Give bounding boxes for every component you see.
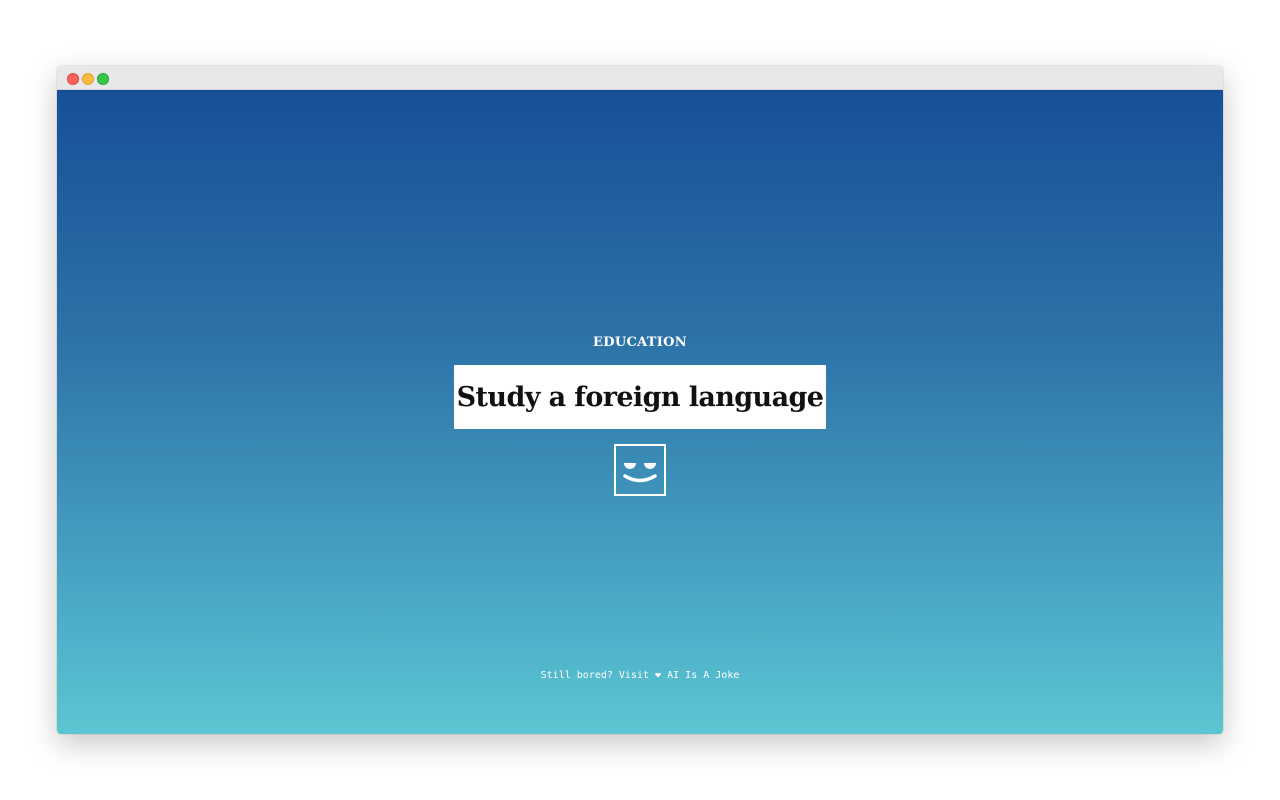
ai-is-a-joke-link[interactable]: AI Is A Joke — [667, 670, 739, 681]
page-viewport: EDUCATION Study a foreign language Still… — [57, 90, 1223, 734]
browser-window: EDUCATION Study a foreign language Still… — [57, 66, 1223, 734]
window-titlebar — [57, 66, 1223, 90]
minimize-window-button[interactable] — [82, 73, 94, 85]
footer: Still bored? Visit ❤ AI Is A Joke — [57, 670, 1223, 681]
heart-icon: ❤ — [655, 670, 662, 681]
activity-category: EDUCATION — [593, 335, 687, 350]
maximize-window-button[interactable] — [97, 73, 109, 85]
activity-title-box: Study a foreign language — [454, 365, 826, 429]
close-window-button[interactable] — [67, 73, 79, 85]
smiling-face-icon[interactable] — [614, 444, 666, 496]
activity-title: Study a foreign language — [456, 381, 824, 413]
footer-prefix-text: Still bored? Visit — [540, 670, 650, 681]
